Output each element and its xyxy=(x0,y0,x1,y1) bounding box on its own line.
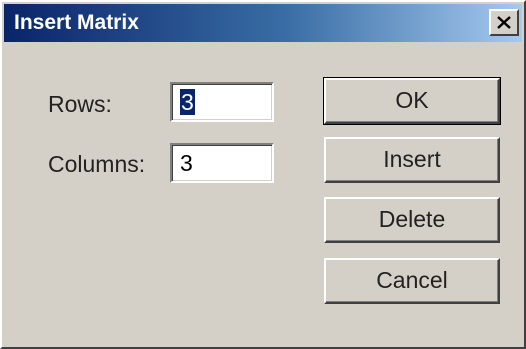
cancel-button[interactable]: Cancel xyxy=(324,258,500,304)
insert-button[interactable]: Insert xyxy=(324,137,500,183)
columns-input[interactable]: 3 xyxy=(170,143,274,183)
insert-matrix-dialog: Insert Matrix Rows: 3 Columns: 3 OK Inse… xyxy=(0,0,526,349)
close-icon xyxy=(497,16,511,29)
dialog-title: Insert Matrix xyxy=(14,11,139,34)
close-button[interactable] xyxy=(489,9,519,36)
rows-label: Rows: xyxy=(48,91,112,117)
rows-input[interactable]: 3 xyxy=(170,82,274,122)
title-bar[interactable]: Insert Matrix xyxy=(4,4,522,42)
ok-button[interactable]: OK xyxy=(323,77,501,125)
delete-button[interactable]: Delete xyxy=(324,197,500,243)
columns-value: 3 xyxy=(180,150,193,176)
rows-value: 3 xyxy=(180,89,195,115)
columns-label: Columns: xyxy=(48,151,146,177)
